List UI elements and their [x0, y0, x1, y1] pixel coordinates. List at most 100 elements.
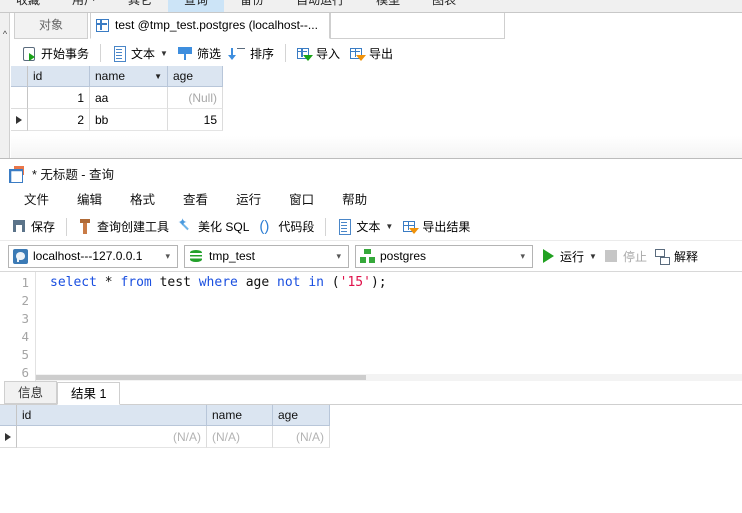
import-button[interactable]: 导入: [292, 41, 345, 65]
save-button[interactable]: 保存: [7, 215, 60, 239]
schema-icon: [360, 248, 375, 264]
connection-bar: localhost---127.0.0.1 ▾ tmp_test ▾ postg…: [0, 241, 742, 271]
menu-window[interactable]: 窗口: [275, 189, 328, 211]
ribbon-tab-strip: 收藏 用户 其它 查询 备份 自动运行 模型 图表: [0, 0, 742, 13]
editor-horizontal-scrollbar[interactable]: [36, 374, 742, 381]
grid-empty-area: [11, 136, 742, 158]
query-builder-button[interactable]: 查询创建工具: [73, 215, 174, 239]
chevron-down-icon[interactable]: ▼: [160, 49, 168, 58]
run-button[interactable]: 运行 ▼: [539, 244, 601, 268]
menu-format[interactable]: 格式: [116, 189, 169, 211]
column-header-id[interactable]: id: [28, 66, 90, 87]
beautify-sql-button[interactable]: 美化 SQL: [174, 215, 254, 239]
chevron-down-icon[interactable]: ▾: [516, 251, 532, 262]
snippet-button[interactable]: () 代码段: [254, 215, 319, 239]
cell-name[interactable]: bb: [90, 109, 168, 131]
line-number: 5: [21, 347, 29, 362]
result-cell-name[interactable]: (N/A): [207, 426, 273, 448]
menu-edit[interactable]: 编辑: [63, 189, 116, 211]
chevron-down-icon[interactable]: ▾: [161, 251, 177, 262]
column-header-name[interactable]: name ▼: [90, 66, 168, 87]
connection-select[interactable]: localhost---127.0.0.1 ▾: [8, 244, 178, 268]
navicat-window: 收藏 用户 其它 查询 备份 自动运行 模型 图表 ^ 对象 test @tmp…: [0, 0, 742, 513]
sort-descending-icon[interactable]: ▼: [148, 72, 162, 81]
tab-object[interactable]: 对象: [14, 13, 88, 39]
ribbon-tab-query[interactable]: 查询: [168, 0, 225, 12]
editor-tab-bar: 对象 test @tmp_test.postgres (localhost--.…: [10, 13, 742, 39]
sql-editor[interactable]: 1 2 3 4 5 6 select * from test where age…: [0, 271, 742, 381]
cell-id[interactable]: 1: [28, 87, 90, 109]
export-icon: [350, 46, 366, 61]
table-row[interactable]: 2 bb 15: [11, 109, 742, 131]
chevron-down-icon[interactable]: ▾: [332, 251, 348, 262]
ribbon-tab-automation[interactable]: 自动运行: [280, 0, 360, 12]
wrench-icon: [78, 219, 93, 234]
explain-button[interactable]: 解释: [651, 244, 702, 268]
line-number: 6: [21, 365, 29, 380]
database-select[interactable]: tmp_test ▾: [184, 244, 349, 268]
document-icon: [112, 45, 127, 62]
result-row-selector[interactable]: [0, 426, 17, 448]
menu-file[interactable]: 文件: [10, 189, 63, 211]
result-text-button[interactable]: 文本 ▼: [332, 215, 398, 239]
chevron-down-icon[interactable]: ▼: [589, 252, 597, 261]
result-grid[interactable]: id name age (N/A) (N/A) (N/A): [0, 405, 742, 448]
result-column-header-name[interactable]: name: [207, 405, 273, 426]
tab-result-1[interactable]: 结果 1: [57, 382, 121, 405]
result-tab-bar: 信息 结果 1: [0, 381, 742, 405]
line-number: 4: [21, 329, 29, 344]
menu-help[interactable]: 帮助: [328, 189, 381, 211]
query-window-title: * 无标题 - 查询: [32, 167, 114, 182]
filter-button[interactable]: 筛选: [173, 41, 226, 65]
chevron-down-icon[interactable]: ▼: [385, 222, 393, 231]
ribbon-tab-backup[interactable]: 备份: [224, 0, 280, 12]
text-view-button[interactable]: 文本 ▼: [107, 41, 173, 65]
snippet-label: 代码段: [278, 220, 315, 234]
grid-header-corner: [11, 66, 28, 87]
table-data-grid[interactable]: id name ▼ age 1 aa (Null) 2 bb 15: [11, 66, 742, 136]
begin-transaction-label: 开始事务: [41, 46, 90, 61]
ribbon-tab-favorites[interactable]: 收藏: [0, 0, 56, 12]
toolbar-separator: [100, 44, 102, 62]
stop-label: 停止: [622, 249, 647, 264]
result-column-header-age[interactable]: age: [273, 405, 330, 426]
export-result-icon: [403, 219, 420, 234]
query-window-icon: [9, 165, 25, 183]
result-cell-age[interactable]: (N/A): [273, 426, 330, 448]
ribbon-tab-model[interactable]: 模型: [360, 0, 416, 12]
sort-icon: [228, 46, 246, 61]
result-row[interactable]: (N/A) (N/A) (N/A): [0, 426, 742, 448]
explain-label: 解释: [673, 249, 698, 264]
table-row[interactable]: 1 aa (Null): [11, 87, 742, 109]
line-number: 3: [21, 311, 29, 326]
play-icon: [543, 249, 554, 263]
current-row-marker-icon: [5, 432, 11, 441]
sort-button[interactable]: 排序: [226, 41, 279, 65]
cell-age[interactable]: 15: [168, 109, 223, 131]
schema-select[interactable]: postgres ▾: [355, 244, 533, 268]
tab-table-test[interactable]: test @tmp_test.postgres (localhost--...: [90, 13, 330, 39]
ribbon-tab-other[interactable]: 其它: [112, 0, 168, 12]
ribbon-tab-chart[interactable]: 图表: [416, 0, 472, 12]
row-selector[interactable]: [11, 87, 28, 109]
sort-label: 排序: [249, 46, 274, 61]
tab-messages[interactable]: 信息: [4, 381, 58, 404]
column-header-age[interactable]: age: [168, 66, 223, 87]
query-toolbar-separator-2: [325, 217, 327, 236]
export-button[interactable]: 导出: [345, 41, 398, 65]
left-edge-strip: ^: [0, 13, 10, 158]
cell-id[interactable]: 2: [28, 109, 90, 131]
menu-run[interactable]: 运行: [222, 189, 275, 211]
menu-view[interactable]: 查看: [169, 189, 222, 211]
cell-name[interactable]: aa: [90, 87, 168, 109]
begin-transaction-button[interactable]: 开始事务: [17, 41, 94, 65]
result-column-header-id[interactable]: id: [17, 405, 207, 426]
result-cell-id[interactable]: (N/A): [17, 426, 207, 448]
export-result-button[interactable]: 导出结果: [398, 215, 475, 239]
row-selector[interactable]: [11, 109, 28, 131]
cell-age[interactable]: (Null): [168, 87, 223, 109]
scroll-up-caret-icon[interactable]: ^: [1, 29, 9, 39]
sql-code-area[interactable]: select * from test where age not in ('15…: [36, 272, 742, 381]
result-header-row: id name age: [0, 405, 742, 426]
ribbon-tab-user[interactable]: 用户: [56, 0, 112, 12]
